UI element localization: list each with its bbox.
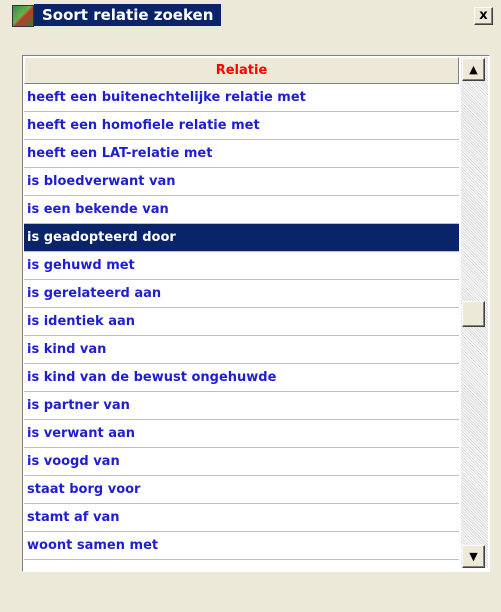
- list-item[interactable]: woont samen met: [24, 532, 459, 560]
- scroll-up-button[interactable]: ▲: [462, 58, 485, 81]
- relation-list: Relatie heeft een buitenechtelijke relat…: [22, 55, 490, 572]
- list-item[interactable]: is verwant aan: [24, 420, 459, 448]
- list-item[interactable]: is geadopteerd door: [24, 224, 459, 252]
- title-bar[interactable]: Soort relatie zoeken x: [0, 0, 501, 30]
- close-icon: x: [479, 8, 488, 23]
- list-item[interactable]: is gehuwd met: [24, 252, 459, 280]
- list-item[interactable]: is identiek aan: [24, 308, 459, 336]
- scroll-down-arrow-icon: ▼: [469, 550, 478, 563]
- relation-grid: Relatie heeft een buitenechtelijke relat…: [24, 57, 459, 568]
- list-item[interactable]: is gerelateerd aan: [24, 280, 459, 308]
- app-icon: [12, 5, 34, 27]
- column-header-relatie[interactable]: Relatie: [24, 57, 459, 84]
- list-item[interactable]: is kind van de bewust ongehuwde: [24, 364, 459, 392]
- list-item[interactable]: is voogd van: [24, 448, 459, 476]
- list-item[interactable]: heeft een homofiele relatie met: [24, 112, 459, 140]
- scroll-thumb[interactable]: [462, 301, 485, 327]
- list-item[interactable]: is kind van: [24, 336, 459, 364]
- vertical-scrollbar[interactable]: ▲ ▼: [461, 57, 488, 568]
- relation-search-dialog: Soort relatie zoeken x Relatie heeft een…: [0, 0, 501, 612]
- list-item[interactable]: staat borg voor: [24, 476, 459, 504]
- list-item[interactable]: is partner van: [24, 392, 459, 420]
- list-item[interactable]: heeft een buitenechtelijke relatie met: [24, 84, 459, 112]
- scroll-up-arrow-icon: ▲: [469, 63, 478, 76]
- close-button[interactable]: x: [474, 7, 493, 25]
- list-item[interactable]: is een bekende van: [24, 196, 459, 224]
- scroll-down-button[interactable]: ▼: [462, 545, 485, 568]
- list-item[interactable]: stamt af van: [24, 504, 459, 532]
- list-item[interactable]: heeft een LAT-relatie met: [24, 140, 459, 168]
- list-item[interactable]: is bloedverwant van: [24, 168, 459, 196]
- window-title: Soort relatie zoeken: [34, 4, 222, 26]
